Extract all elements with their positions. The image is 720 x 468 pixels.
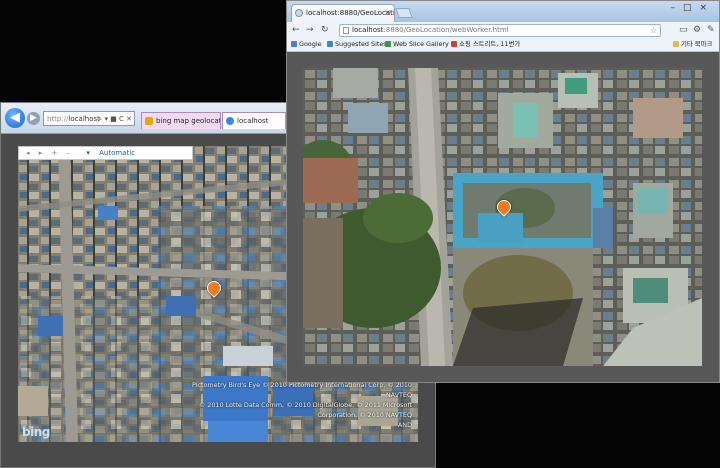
copyright-line-3: AND xyxy=(397,421,412,429)
bookmark-label: Web Slice Gallery xyxy=(393,40,449,48)
bookmark-google[interactable]: Google xyxy=(291,39,322,50)
other-bookmarks-label: 기타 북마크 xyxy=(681,40,713,48)
tab-label: localhost xyxy=(237,117,269,125)
page-favicon-icon xyxy=(295,9,303,17)
shopping-icon xyxy=(451,41,457,47)
new-tab-button[interactable] xyxy=(395,8,413,18)
bookmark-label: Suggested Sites xyxy=(335,40,387,48)
bookmark-11st[interactable]: 쇼핑 스트리트, 11번가 xyxy=(451,39,520,50)
reload-icon[interactable]: ↻ xyxy=(321,24,329,36)
pan-right-icon[interactable]: ▸ xyxy=(39,147,43,159)
bing-logo: bing xyxy=(22,425,50,439)
tab-bing-map-geolocation[interactable]: bing map geolocation ... xyxy=(141,112,221,129)
tab-label: bing map geolocation ... xyxy=(156,117,221,125)
web-slice-icon xyxy=(385,41,391,47)
map-mode-dropdown[interactable]: ▾ Automatic xyxy=(79,147,135,159)
ie-favicon-icon xyxy=(226,117,234,125)
bookmark-label: 쇼핑 스트리트, 11번가 xyxy=(459,40,521,48)
page-icon xyxy=(343,27,349,34)
bookmark-star-icon[interactable]: ☆ xyxy=(650,25,657,36)
dropdown-arrow-icon: ▾ xyxy=(86,149,90,157)
page-favicon-icon xyxy=(145,117,153,125)
aerial-imagery xyxy=(303,68,702,366)
chrome-tabstrip: localhost:8880/GeoLocation × –□× xyxy=(287,1,719,22)
address-bar-icons[interactable]: ⌕ ▾ ■ C ✕ xyxy=(98,112,132,125)
address-scheme: http:// xyxy=(47,115,69,123)
map-mode-label: Automatic xyxy=(99,149,135,157)
address-host: localhost xyxy=(352,26,384,34)
suggested-sites-icon xyxy=(327,41,333,47)
address-host: localhost xyxy=(68,115,100,123)
copyright-line-1: Pictometry Bird's Eye © 2010 Pictometry … xyxy=(191,381,412,399)
map-copyright: Pictometry Bird's Eye © 2010 Pictometry … xyxy=(187,380,412,430)
bookmark-suggested-sites[interactable]: Suggested Sites xyxy=(327,39,387,50)
tab-close-icon[interactable]: × xyxy=(384,5,391,21)
tab-localhost[interactable]: localhost xyxy=(222,112,286,129)
folder-icon xyxy=(673,41,679,47)
zoom-out-icon[interactable]: – xyxy=(67,147,71,159)
map-view[interactable] xyxy=(303,68,702,366)
chrome-toolbar: ← → ↻ localhost:8880/GeoLocation/webWork… xyxy=(287,22,719,39)
bookmarks-bar: Google Suggested Sites Web Slice Gallery… xyxy=(287,39,719,52)
window-controls[interactable]: –□× xyxy=(670,3,715,13)
other-bookmarks[interactable]: 기타 북마크 xyxy=(673,39,712,50)
forward-button[interactable]: ▶ xyxy=(27,112,40,125)
address-path: :8880/GeoLocation/webWorker.html xyxy=(383,26,509,34)
wrench-icon[interactable]: ⚙ xyxy=(693,24,701,36)
ie-address-bar[interactable]: http://localhost ⌕ ▾ ■ C ✕ xyxy=(43,111,135,126)
tab-title: localhost:8880/GeoLocation xyxy=(306,9,395,17)
tab-geolocation[interactable]: localhost:8880/GeoLocation × xyxy=(291,4,395,22)
omnibox-address-bar[interactable]: localhost:8880/GeoLocation/webWorker.htm… xyxy=(339,24,661,37)
copyright-line-2: © 2010 Lotte Data Comm, © 2010 DigitalGl… xyxy=(198,401,412,419)
tools-menu-icon[interactable]: ✎ xyxy=(707,24,715,36)
forward-arrow-icon[interactable]: → xyxy=(306,24,314,36)
bookmark-label: Google xyxy=(299,40,322,48)
zoom-in-icon[interactable]: + xyxy=(52,147,58,159)
page-menu-icon[interactable]: ▭ xyxy=(679,24,688,36)
google-icon xyxy=(291,41,297,47)
pan-left-icon[interactable]: ◂ xyxy=(26,147,30,159)
back-button[interactable]: ◀ xyxy=(5,108,25,128)
bing-map-navbar: ◂ ▸ + – ▾ Automatic xyxy=(18,146,193,160)
bookmark-web-slice-gallery[interactable]: Web Slice Gallery xyxy=(385,39,449,50)
back-arrow-icon[interactable]: ← xyxy=(292,24,300,36)
